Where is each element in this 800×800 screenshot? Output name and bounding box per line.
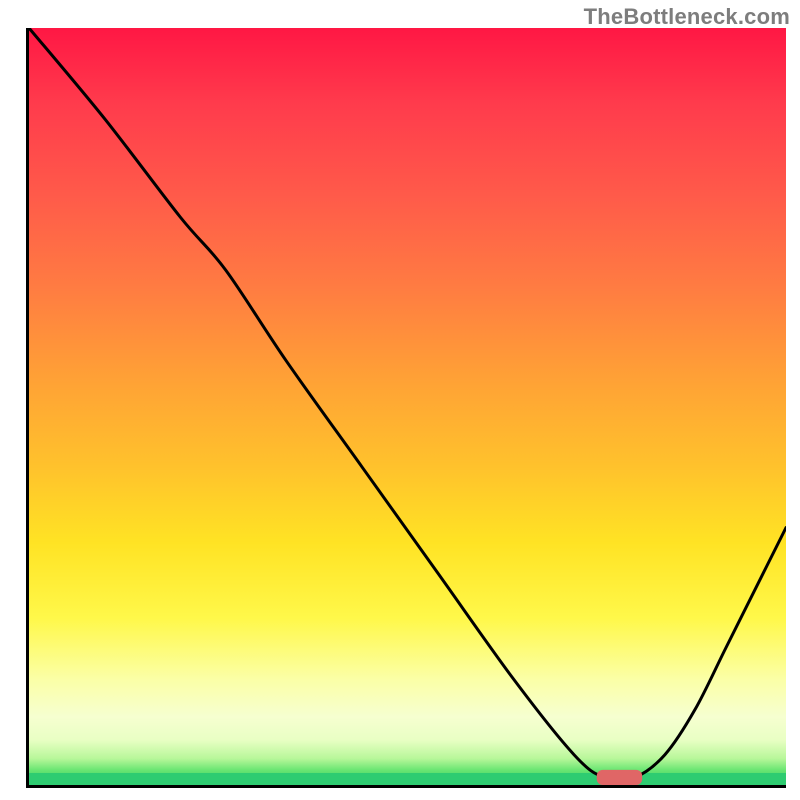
chart-container: TheBottleneck.com — [0, 0, 800, 800]
watermark-text: TheBottleneck.com — [584, 4, 790, 30]
optimum-marker — [597, 770, 642, 785]
curve-path — [29, 28, 786, 780]
bottleneck-curve — [29, 28, 786, 785]
plot-area — [26, 28, 786, 788]
